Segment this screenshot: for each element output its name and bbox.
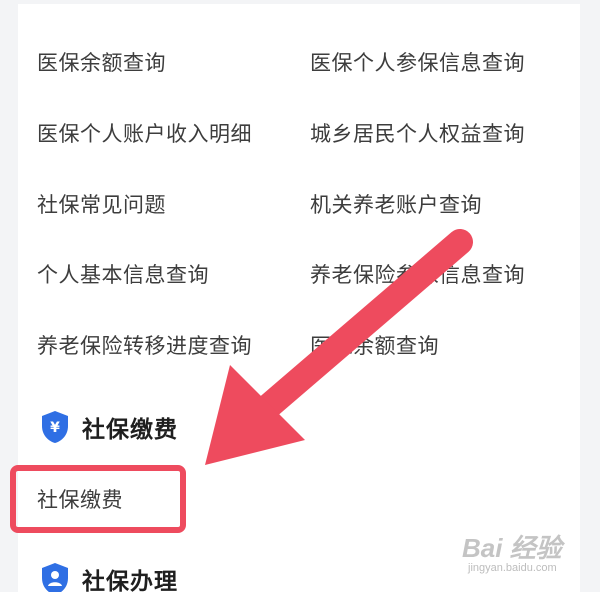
section-title-handle: 社保办理 <box>82 569 178 592</box>
watermark-brand: Bai 经验 <box>462 533 562 563</box>
service-item-medical-balance-2[interactable]: 医保余额查询 <box>310 330 439 360</box>
svg-text:¥: ¥ <box>50 420 60 436</box>
app-page: 医保余额查询 医保个人参保信息查询 医保个人账户收入明细 城乡居民个人权益查询 … <box>0 0 600 592</box>
service-item-resident-rights[interactable]: 城乡居民个人权益查询 <box>310 118 525 148</box>
service-item-medical-account-income[interactable]: 医保个人账户收入明细 <box>37 118 252 148</box>
watermark-url: jingyan.baidu.com <box>468 562 557 574</box>
service-item-agency-pension-account[interactable]: 机关养老账户查询 <box>310 189 482 219</box>
section-title-pay: 社保缴费 <box>82 417 178 443</box>
person-shield-icon <box>42 563 68 592</box>
annotation-highlight-box <box>10 465 186 533</box>
service-item-medical-balance[interactable]: 医保余额查询 <box>37 47 166 77</box>
service-item-faq[interactable]: 社保常见问题 <box>37 189 166 219</box>
service-item-basic-info[interactable]: 个人基本信息查询 <box>37 259 209 289</box>
top-divider <box>18 0 580 4</box>
yuan-shield-icon: ¥ <box>42 411 68 443</box>
section-header-handle: 社保办理 <box>40 562 178 592</box>
service-item-pension-transfer-progress[interactable]: 养老保险转移进度查询 <box>37 330 252 360</box>
service-item-pension-insured-info[interactable]: 养老保险参保信息查询 <box>310 259 525 289</box>
service-item-medical-insured-info[interactable]: 医保个人参保信息查询 <box>310 47 525 77</box>
baidu-jingyan-watermark: Bai 经验 jingyan.baidu.com <box>462 528 582 580</box>
section-header-pay: ¥ 社保缴费 <box>40 410 178 444</box>
